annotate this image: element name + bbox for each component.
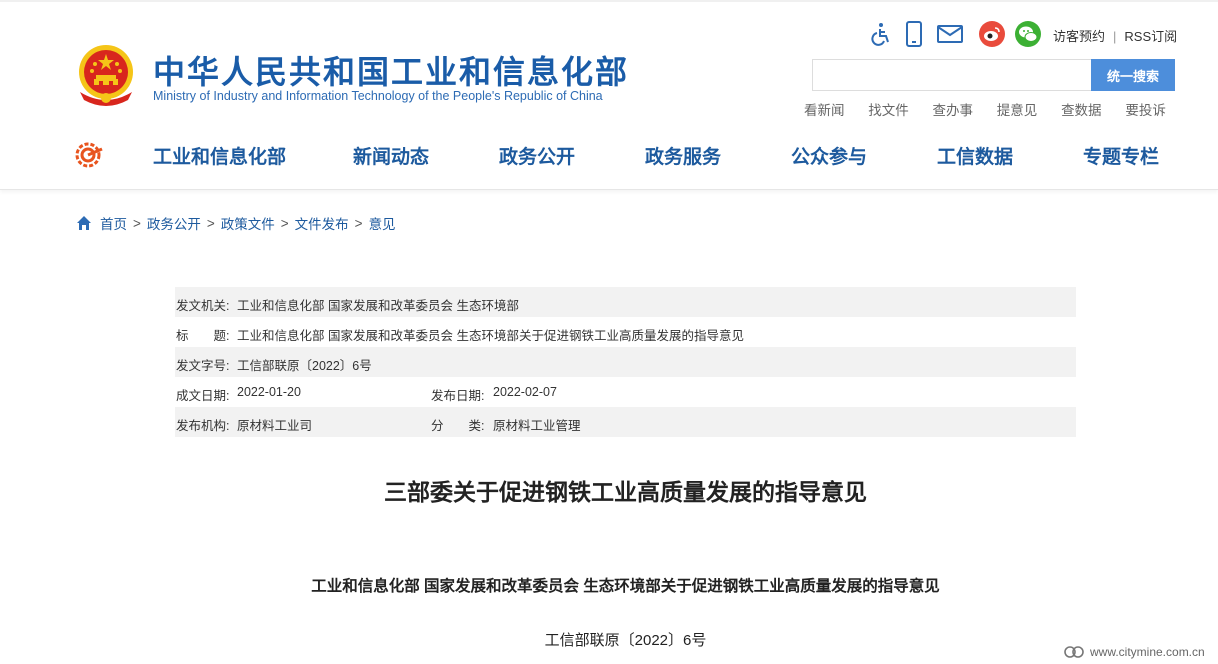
page: 中华人民共和国工业和信息化部 Ministry of Industry and … (0, 0, 1218, 664)
breadcrumb-government-affairs[interactable]: 政务公开 (147, 213, 201, 233)
search-input[interactable] (812, 59, 1092, 91)
meta-row-title: 标 题: 工业和信息化部 国家发展和改革委员会 生态环境部关于促进钢铁工业高质量… (175, 317, 1076, 347)
search-button[interactable]: 统一搜索 (1091, 59, 1175, 91)
meta-label: 成文日期: (176, 389, 230, 403)
accessibility-icon[interactable] (866, 20, 894, 48)
breadcrumb-policy-files[interactable]: 政策文件 (221, 213, 275, 233)
meta-label: 发文字号: (176, 359, 230, 373)
nav-item-news[interactable]: 新闻动态 (353, 142, 429, 169)
home-icon[interactable] (76, 215, 92, 231)
nav-item-government-services[interactable]: 政务服务 (645, 142, 721, 169)
article-subheading: 工业和信息化部 国家发展和改革委员会 生态环境部关于促进钢铁工业高质量发展的指导… (311, 578, 940, 595)
nav-item-special-topics[interactable]: 专题专栏 (1083, 142, 1159, 169)
site-header: 中华人民共和国工业和信息化部 Ministry of Industry and … (0, 0, 1218, 190)
breadcrumb: 首页 > 政务公开 > 政策文件 > 文件发布 > 意见 (76, 213, 396, 233)
meta-row-dates: 成文日期: 2022-01-20 发布日期: 2022-02-07 (175, 377, 1076, 407)
meta-label: 发文机关: (176, 299, 230, 313)
quick-link-services[interactable]: 查办事 (933, 103, 974, 118)
mail-icon[interactable] (936, 20, 964, 48)
article-title: 三部委关于促进钢铁工业高质量发展的指导意见 (384, 480, 867, 506)
rss-link[interactable]: RSS订阅 (1124, 29, 1177, 44)
breadcrumb-separator: > (354, 215, 363, 231)
document-meta-table: 发文机关: 工业和信息化部 国家发展和改革委员会 生态环境部 标 题: 工业和信… (175, 287, 1076, 437)
quick-link-news[interactable]: 看新闻 (804, 103, 845, 118)
meta-label: 发布日期: (431, 389, 485, 403)
breadcrumb-separator: > (206, 215, 215, 231)
watermark-logo-icon (1064, 646, 1084, 658)
watermark: www.citymine.com.cn (1064, 645, 1205, 659)
meta-row-issuer: 发文机关: 工业和信息化部 国家发展和改革委员会 生态环境部 (175, 287, 1076, 317)
visitor-booking-link[interactable]: 访客预约 (1053, 29, 1105, 44)
top-tools: 访客预约 | RSS订阅 (866, 20, 1186, 48)
breadcrumb-home[interactable]: 首页 (100, 213, 127, 233)
quick-links: 看新闻 找文件 查办事 提意见 查数据 要投诉 (804, 99, 1166, 119)
meta-value: 工业和信息化部 国家发展和改革委员会 生态环境部 (237, 299, 519, 313)
top-border (0, 0, 1218, 2)
quick-link-complaints[interactable]: 要投诉 (1125, 103, 1166, 118)
meta-row-org-category: 发布机构: 原材料工业司 分 类: 原材料工业管理 (175, 407, 1076, 437)
wechat-icon[interactable] (1014, 20, 1042, 48)
meta-value: 2022-02-07 (493, 385, 557, 399)
nav-item-government-affairs[interactable]: 政务公开 (499, 142, 575, 169)
meta-label: 标 题: (176, 329, 230, 343)
meta-value: 原材料工业管理 (493, 419, 581, 433)
article-doc-number: 工信部联原〔2022〕6号 (544, 632, 707, 649)
miit-logo-icon[interactable] (74, 141, 104, 169)
nav-item-miit-data[interactable]: 工信数据 (937, 142, 1013, 169)
site-title[interactable]: 中华人民共和国工业和信息化部 (153, 47, 629, 93)
breadcrumb-separator: > (280, 215, 289, 231)
meta-value: 原材料工业司 (237, 419, 313, 433)
mobile-icon[interactable] (900, 20, 928, 48)
meta-row-doc-number: 发文字号: 工信部联原〔2022〕6号 (175, 347, 1076, 377)
breadcrumb-opinions[interactable]: 意见 (369, 213, 396, 233)
national-emblem-icon (79, 45, 133, 106)
weibo-icon[interactable] (978, 20, 1006, 48)
meta-value: 工业和信息化部 国家发展和改革委员会 生态环境部关于促进钢铁工业高质量发展的指导… (237, 329, 744, 343)
meta-value: 工信部联原〔2022〕6号 (237, 359, 372, 373)
meta-label: 分 类: (431, 419, 485, 433)
site-subtitle: Ministry of Industry and Information Tec… (153, 89, 603, 103)
meta-value: 2022-01-20 (237, 385, 301, 399)
meta-label: 发布机构: (176, 419, 230, 433)
breadcrumb-separator: > (133, 215, 141, 231)
tool-links: 访客预约 | RSS订阅 (1053, 26, 1177, 45)
tool-separator: | (1113, 29, 1117, 44)
quick-link-files[interactable]: 找文件 (868, 103, 909, 118)
quick-link-suggestions[interactable]: 提意见 (997, 103, 1038, 118)
nav-item-ministry[interactable]: 工业和信息化部 (153, 142, 286, 169)
quick-link-data[interactable]: 查数据 (1061, 103, 1102, 118)
nav-item-public-participation[interactable]: 公众参与 (791, 142, 867, 169)
watermark-text: www.citymine.com.cn (1090, 645, 1205, 659)
breadcrumb-file-release[interactable]: 文件发布 (295, 213, 349, 233)
